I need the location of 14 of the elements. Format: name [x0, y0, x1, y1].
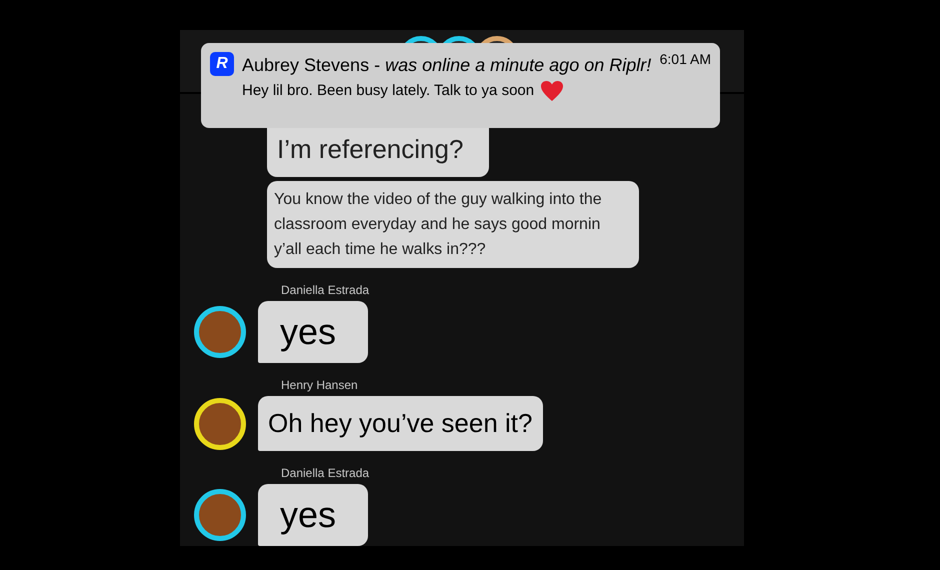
message-bubble: You know the video of the guy walking into the classroom everyday and he says good mornin y’all each time he walks in??? [267, 181, 639, 268]
heart-icon [540, 80, 564, 102]
avatar[interactable] [194, 489, 246, 541]
sender-name: Henry Hansen [281, 377, 359, 394]
sender-name: Daniella Estrada [281, 465, 370, 482]
message-bubble: Oh hey you’ve seen it? [258, 396, 542, 451]
avatar[interactable] [194, 398, 246, 450]
notification-message: Hey lil bro. Been busy lately. Talk to ya soon [242, 81, 534, 101]
message-bubble: yes [258, 301, 368, 363]
app-icon: R [210, 52, 234, 76]
notification-time: 6:01 AM [660, 50, 711, 69]
message-bubble: yes [258, 484, 368, 546]
sender-name: Daniella Estrada [281, 282, 370, 299]
avatar[interactable] [194, 306, 246, 358]
